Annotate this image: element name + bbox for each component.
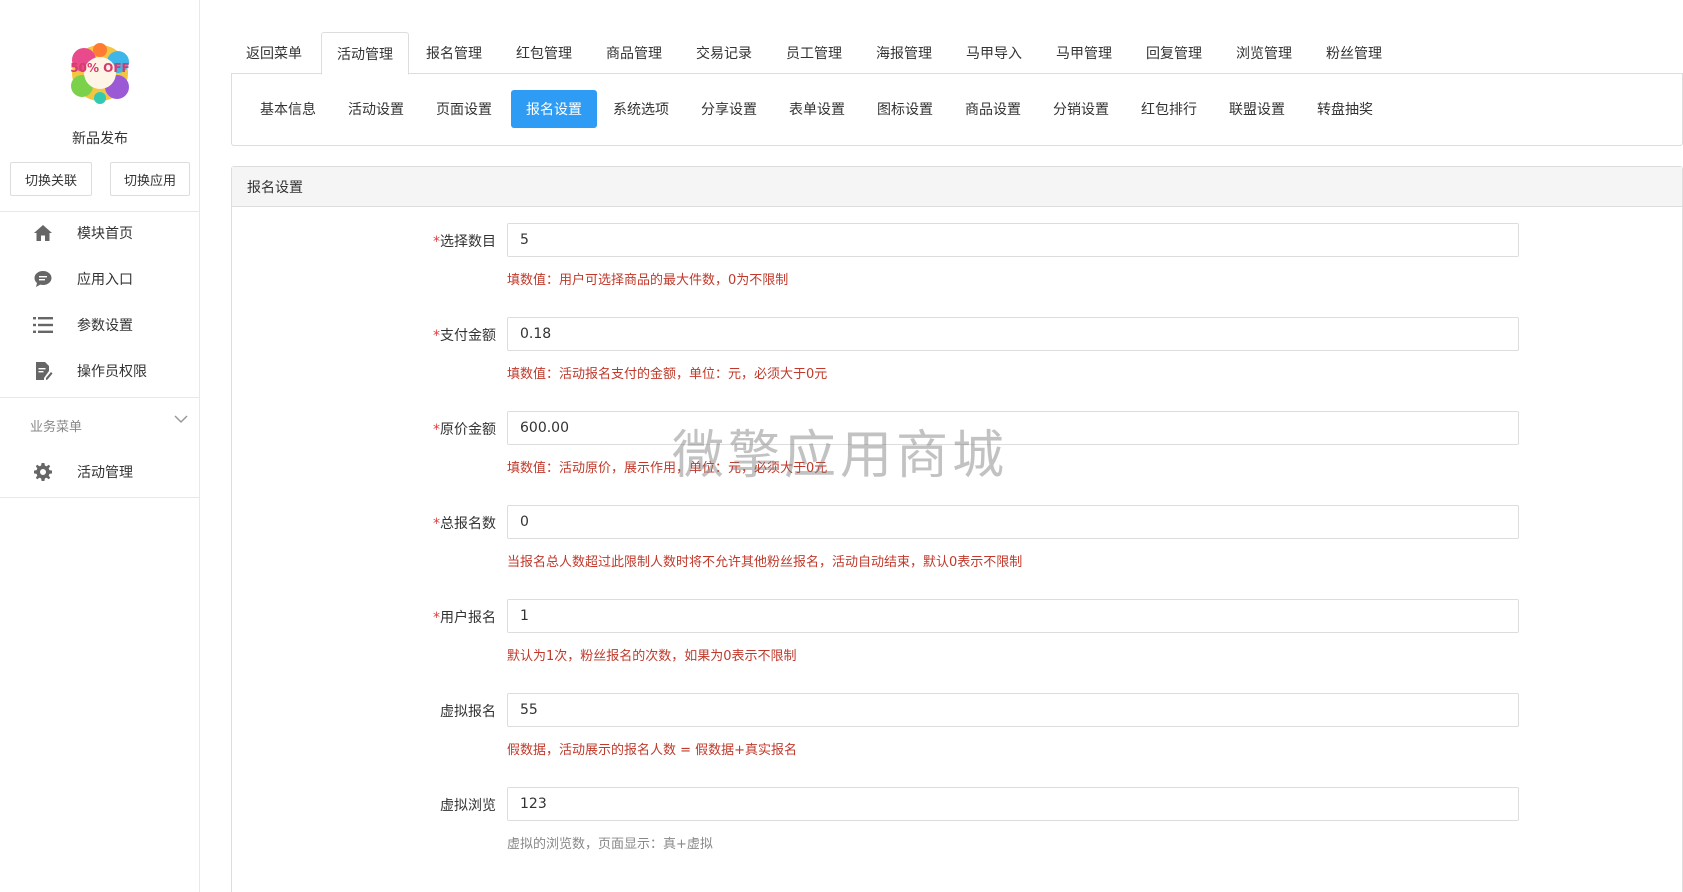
field-help-text: 默认为1次，粉丝报名的次数，如果为0表示不限制 — [507, 649, 797, 664]
sidebar-item-app-entry[interactable]: 应用入口 — [0, 259, 200, 299]
field-help-text: 填数值：活动原价，展示作用，单位：元，必须大于0元 — [507, 461, 828, 476]
subtab-wheel-lottery[interactable]: 转盘抽奖 — [1302, 90, 1388, 128]
field-help-text: 虚拟的浏览数，页面显示：真+虚拟 — [507, 837, 713, 852]
pay-amount-input[interactable] — [507, 317, 1519, 351]
user-registrations-input[interactable] — [507, 599, 1519, 633]
sidebar-item-label: 模块首页 — [77, 226, 133, 242]
subtab-form-settings[interactable]: 表单设置 — [774, 90, 860, 128]
switch-app-button[interactable]: 切换应用 — [110, 162, 190, 196]
field-help-text: 填数值：用户可选择商品的最大件数，0为不限制 — [507, 273, 789, 288]
subtab-alliance-settings[interactable]: 联盟设置 — [1214, 90, 1300, 128]
panel-title: 报名设置 — [232, 167, 1682, 207]
select-count-input[interactable] — [507, 223, 1519, 257]
field-help-text: 当报名总人数超过此限制人数时将不允许其他粉丝报名，活动自动结束，默认0表示不限制 — [507, 555, 1023, 570]
tab-back-menu[interactable]: 返回菜单 — [231, 32, 317, 74]
subtab-icon-settings[interactable]: 图标设置 — [862, 90, 948, 128]
subtab-red-packet-ranking[interactable]: 红包排行 — [1126, 90, 1212, 128]
tab-product-management[interactable]: 商品管理 — [591, 32, 677, 74]
sidebar-divider — [0, 497, 200, 498]
tab-vest-management[interactable]: 马甲管理 — [1041, 32, 1127, 74]
sidebar-item-label: 操作员权限 — [77, 364, 147, 380]
home-icon — [32, 222, 54, 244]
sidebar-divider — [0, 211, 200, 212]
field-label: 虚拟报名 — [440, 704, 496, 720]
tab-transaction-records[interactable]: 交易记录 — [681, 32, 767, 74]
sidebar-item-label: 参数设置 — [77, 318, 133, 334]
subtab-system-options[interactable]: 系统选项 — [598, 90, 684, 128]
total-registrations-input[interactable] — [507, 505, 1519, 539]
field-help-text: 填数值：活动报名支付的金额，单位：元，必须大于0元 — [507, 367, 828, 382]
chevron-down-icon[interactable] — [174, 412, 188, 428]
sidebar-item-module-home[interactable]: 模块首页 — [0, 213, 200, 253]
tab-staff-management[interactable]: 员工管理 — [771, 32, 857, 74]
field-help-text: 假数据，活动展示的报名人数 = 假数据+真实报名 — [507, 743, 798, 758]
field-label: 虚拟浏览 — [440, 798, 496, 814]
subtab-basic-info[interactable]: 基本信息 — [245, 90, 331, 128]
sidebar-item-operator-permissions[interactable]: 操作员权限 — [0, 351, 200, 391]
chat-icon — [32, 268, 54, 290]
sidebar-divider — [0, 397, 200, 398]
edit-doc-icon — [32, 360, 54, 382]
field-label: *原价金额 — [433, 422, 496, 438]
sub-tab-bar: 基本信息 活动设置 页面设置 报名设置 系统选项 分享设置 表单设置 图标设置 … — [231, 74, 1683, 146]
subtab-activity-settings[interactable]: 活动设置 — [333, 90, 419, 128]
subtab-registration-settings[interactable]: 报名设置 — [511, 90, 597, 128]
sidebar-section-title: 业务菜单 — [30, 420, 83, 435]
field-label: *支付金额 — [433, 328, 496, 344]
tab-red-packet-management[interactable]: 红包管理 — [501, 32, 587, 74]
subtab-distribution-settings[interactable]: 分销设置 — [1038, 90, 1124, 128]
svg-text:50% OFF: 50% OFF — [70, 61, 130, 75]
registration-settings-panel: 报名设置 *选择数目 填数值：用户可选择商品的最大件数，0为不限制 *支付金额 … — [231, 166, 1683, 892]
original-price-input[interactable] — [507, 411, 1519, 445]
sidebar-item-label: 应用入口 — [77, 272, 133, 288]
app-logo: 50% OFF — [60, 38, 140, 108]
virtual-registrations-input[interactable] — [507, 693, 1519, 727]
tab-poster-management[interactable]: 海报管理 — [861, 32, 947, 74]
tab-registration-management[interactable]: 报名管理 — [411, 32, 497, 74]
field-label: *用户报名 — [433, 610, 496, 626]
virtual-views-input[interactable] — [507, 787, 1519, 821]
tab-reply-management[interactable]: 回复管理 — [1131, 32, 1217, 74]
app-name: 新品发布 — [72, 131, 128, 147]
subtab-product-settings[interactable]: 商品设置 — [950, 90, 1036, 128]
tab-browse-management[interactable]: 浏览管理 — [1221, 32, 1307, 74]
subtab-page-settings[interactable]: 页面设置 — [421, 90, 507, 128]
gear-icon — [32, 461, 54, 483]
subtab-share-settings[interactable]: 分享设置 — [686, 90, 772, 128]
sidebar-item-activity-management[interactable]: 活动管理 — [0, 452, 200, 492]
field-label: *总报名数 — [433, 516, 496, 532]
tab-vest-import[interactable]: 马甲导入 — [951, 32, 1037, 74]
tab-fans-management[interactable]: 粉丝管理 — [1311, 32, 1397, 74]
field-label: *选择数目 — [433, 234, 496, 250]
top-tab-bar: 返回菜单 活动管理 报名管理 红包管理 商品管理 交易记录 员工管理 海报管理 … — [231, 32, 1683, 75]
sidebar-item-params[interactable]: 参数设置 — [0, 305, 200, 345]
sidebar: 50% OFF 新品发布 切换关联 切换应用 模块首页 应用入口 参数设置 操作… — [0, 0, 200, 892]
sidebar-item-label: 活动管理 — [77, 465, 133, 481]
list-icon — [32, 314, 54, 336]
tab-activity-management[interactable]: 活动管理 — [321, 32, 409, 75]
switch-link-button[interactable]: 切换关联 — [10, 162, 92, 196]
